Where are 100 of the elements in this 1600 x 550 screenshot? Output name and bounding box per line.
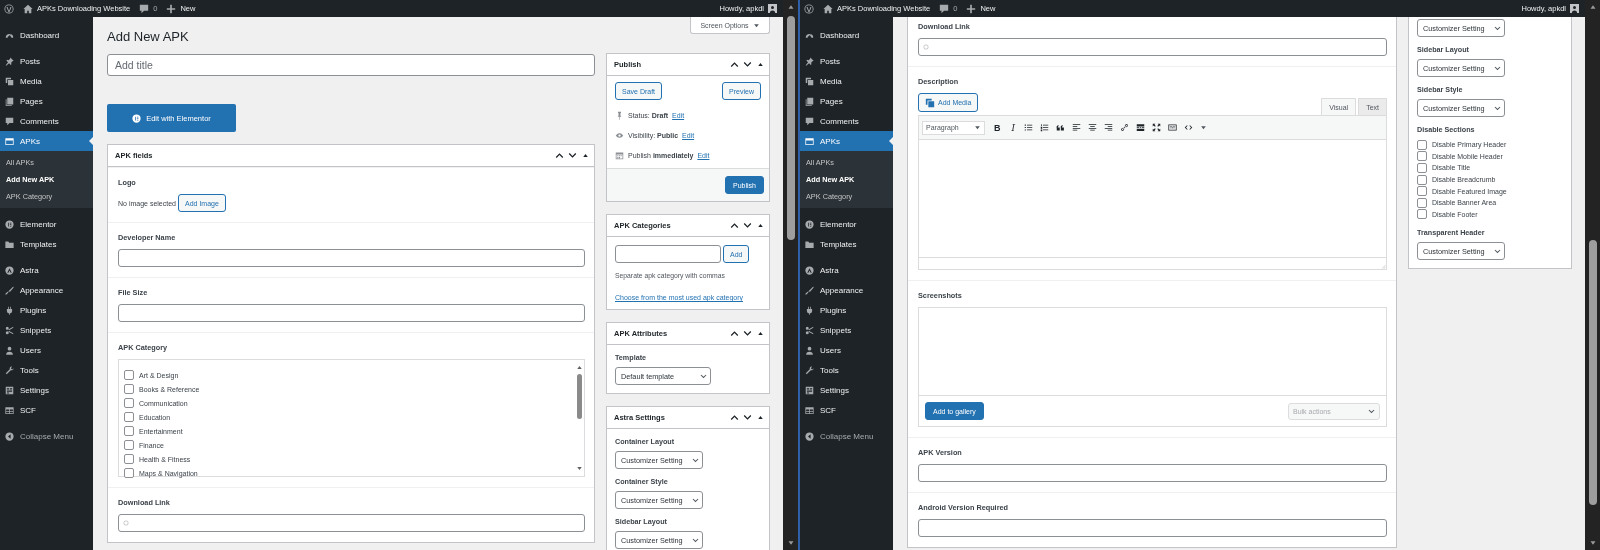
circle-logo-icon[interactable] [804,3,814,14]
align-left-icon[interactable] [1072,123,1082,132]
quote-icon[interactable] [1056,123,1066,132]
chevron-down-icon[interactable] [743,221,752,230]
text-field[interactable] [118,304,585,322]
menu-item[interactable]: Elementor [0,214,93,234]
toolbar-button[interactable]: I [1009,122,1018,133]
caret-icon[interactable] [1200,124,1208,131]
checkbox[interactable] [124,398,134,408]
menu-item[interactable]: SCF [0,400,93,420]
scissors-icon [5,325,14,335]
triangle-icon[interactable] [756,329,765,338]
checkbox[interactable] [124,468,134,478]
menu-item[interactable]: Media [800,71,893,91]
menu-item[interactable]: Appearance [800,280,893,300]
chevron-down-icon[interactable] [568,151,577,160]
link-icon[interactable] [1120,123,1130,132]
collapse-menu-button[interactable]: Collapse Menu [800,426,893,446]
chevron-down-icon[interactable] [743,413,752,422]
checkbox[interactable] [1417,209,1427,220]
align-center-icon[interactable] [1088,123,1098,132]
code-icon[interactable] [1184,123,1194,132]
category-field[interactable] [615,245,721,263]
url-field[interactable] [918,38,1387,56]
read-more-icon[interactable] [1136,123,1146,132]
menu-item[interactable]: Plugins [0,300,93,320]
circle-lines-icon [5,219,14,229]
checkbox[interactable] [124,370,134,380]
menu-item[interactable]: Tools [0,360,93,380]
menu-item[interactable]: Astra [800,260,893,280]
menu-item[interactable]: Media [0,71,93,91]
menu-item[interactable]: Templates [800,234,893,254]
menu-item[interactable]: Dashboard [0,25,93,45]
chevron-up-icon[interactable] [730,413,739,422]
checkbox[interactable] [124,454,134,464]
menu-item[interactable]: APKs [800,131,893,151]
text-field[interactable] [918,519,1387,537]
menu-item[interactable]: Elementor [800,214,893,234]
up-arrow-icon[interactable] [575,363,584,372]
checkbox[interactable] [124,426,134,436]
chevron-up-icon[interactable] [730,60,739,69]
fullscreen-icon[interactable] [1152,123,1162,132]
scrollbar-thumb[interactable] [577,374,582,419]
menu-item[interactable]: Comments [800,111,893,131]
checkbox[interactable] [124,412,134,422]
checkbox[interactable] [124,440,134,450]
scrollbar[interactable] [783,0,798,550]
numbered-list-icon[interactable] [1040,123,1050,132]
menu-item[interactable]: Tools [800,360,893,380]
menu-item[interactable]: Appearance [0,280,93,300]
keyboard-icon[interactable] [1168,123,1178,132]
menu-item[interactable]: Templates [0,234,93,254]
checkbox[interactable] [1417,197,1427,208]
triangle-icon[interactable] [581,151,590,160]
text-field[interactable] [118,249,585,267]
collapse-menu-button[interactable]: Collapse Menu [0,426,93,446]
bullet-list-icon[interactable] [1024,123,1034,132]
circle-logo-icon[interactable] [4,3,14,14]
menu-item[interactable]: Pages [800,91,893,111]
scrollbar[interactable] [1585,0,1600,550]
scrollbar-thumb[interactable] [1588,240,1597,505]
menu-item[interactable]: Posts [0,51,93,71]
align-right-icon[interactable] [1104,123,1114,132]
checkbox[interactable] [124,384,134,394]
chevron-up-icon[interactable] [730,221,739,230]
checkbox[interactable] [1417,151,1427,162]
menu-item[interactable]: Users [800,340,893,360]
down-arrow-icon[interactable] [575,464,584,473]
menu-item[interactable]: Snippets [0,320,93,340]
menu-item[interactable]: Snippets [800,320,893,340]
scrollbar-thumb[interactable] [786,16,795,240]
menu-item[interactable]: Settings [0,380,93,400]
url-field[interactable] [118,514,585,532]
triangle-icon[interactable] [756,60,765,69]
menu-item[interactable]: APKs [0,131,93,151]
menu-item[interactable]: Astra [0,260,93,280]
menu-item[interactable]: Settings [800,380,893,400]
chevron-up-icon[interactable] [730,329,739,338]
toolbar-button[interactable]: B [992,122,1003,133]
menu-item[interactable]: Plugins [800,300,893,320]
checkbox[interactable] [1417,186,1427,197]
checkbox[interactable] [1417,139,1427,150]
checkbox[interactable] [1417,174,1427,185]
collapse-icon [5,431,14,441]
menu-item[interactable]: Users [0,340,93,360]
triangle-icon[interactable] [756,413,765,422]
triangle-icon[interactable] [756,221,765,230]
checkbox[interactable] [1417,163,1427,173]
chevron-up-icon[interactable] [555,151,564,160]
chevron-down-icon[interactable] [743,329,752,338]
menu-item[interactable]: Comments [0,111,93,131]
menu-item[interactable]: Posts [800,51,893,71]
menu-item[interactable]: SCF [800,400,893,420]
menu-item[interactable]: Pages [0,91,93,111]
chevron-down-icon[interactable] [743,60,752,69]
text-field[interactable] [918,464,1387,482]
person-icon [805,345,814,355]
title-field[interactable]: Add title [107,54,595,76]
chevron-down-icon [1368,407,1375,415]
menu-item[interactable]: Dashboard [800,25,893,45]
